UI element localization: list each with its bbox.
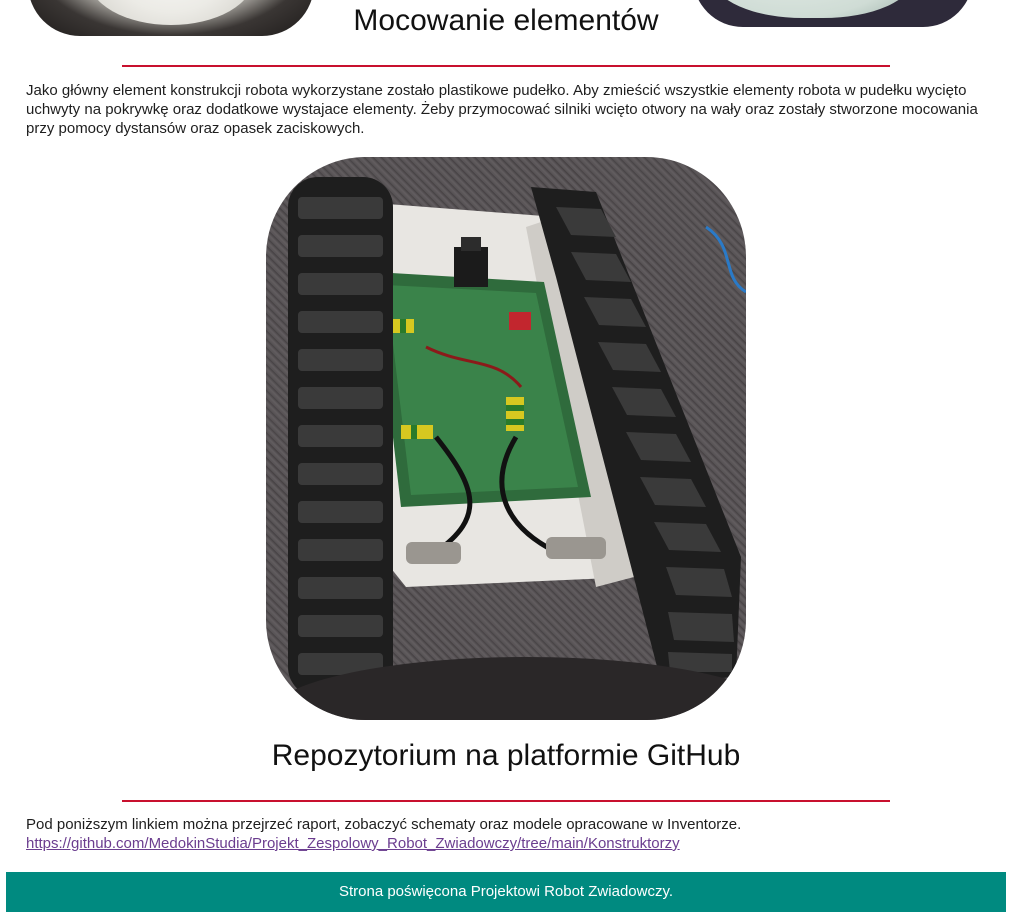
repository-text: Pod poniższym linkiem można przejrzeć ra… (26, 816, 742, 833)
section-title-repository: Repozytorium na platformie GitHub (271, 739, 741, 772)
section-title-mounting: Mocowanie elementów (353, 4, 659, 37)
page: Mocowanie elementów Jako główny element … (0, 0, 1012, 914)
robot-photo-illustration (266, 157, 746, 720)
section-divider-mounting (122, 65, 890, 67)
page-footer: Strona poświęcona Projektowi Robot Zwiad… (6, 872, 1006, 912)
robot-chassis-photo (266, 157, 746, 720)
github-repository-link[interactable]: https://github.com/MedokinStudia/Projekt… (26, 835, 680, 852)
section-divider-repository (122, 800, 890, 802)
repository-description: Pod poniższym linkiem można przejrzeć ra… (26, 815, 981, 853)
mounting-description: Jako główny element konstrukcji robota w… (26, 82, 978, 137)
